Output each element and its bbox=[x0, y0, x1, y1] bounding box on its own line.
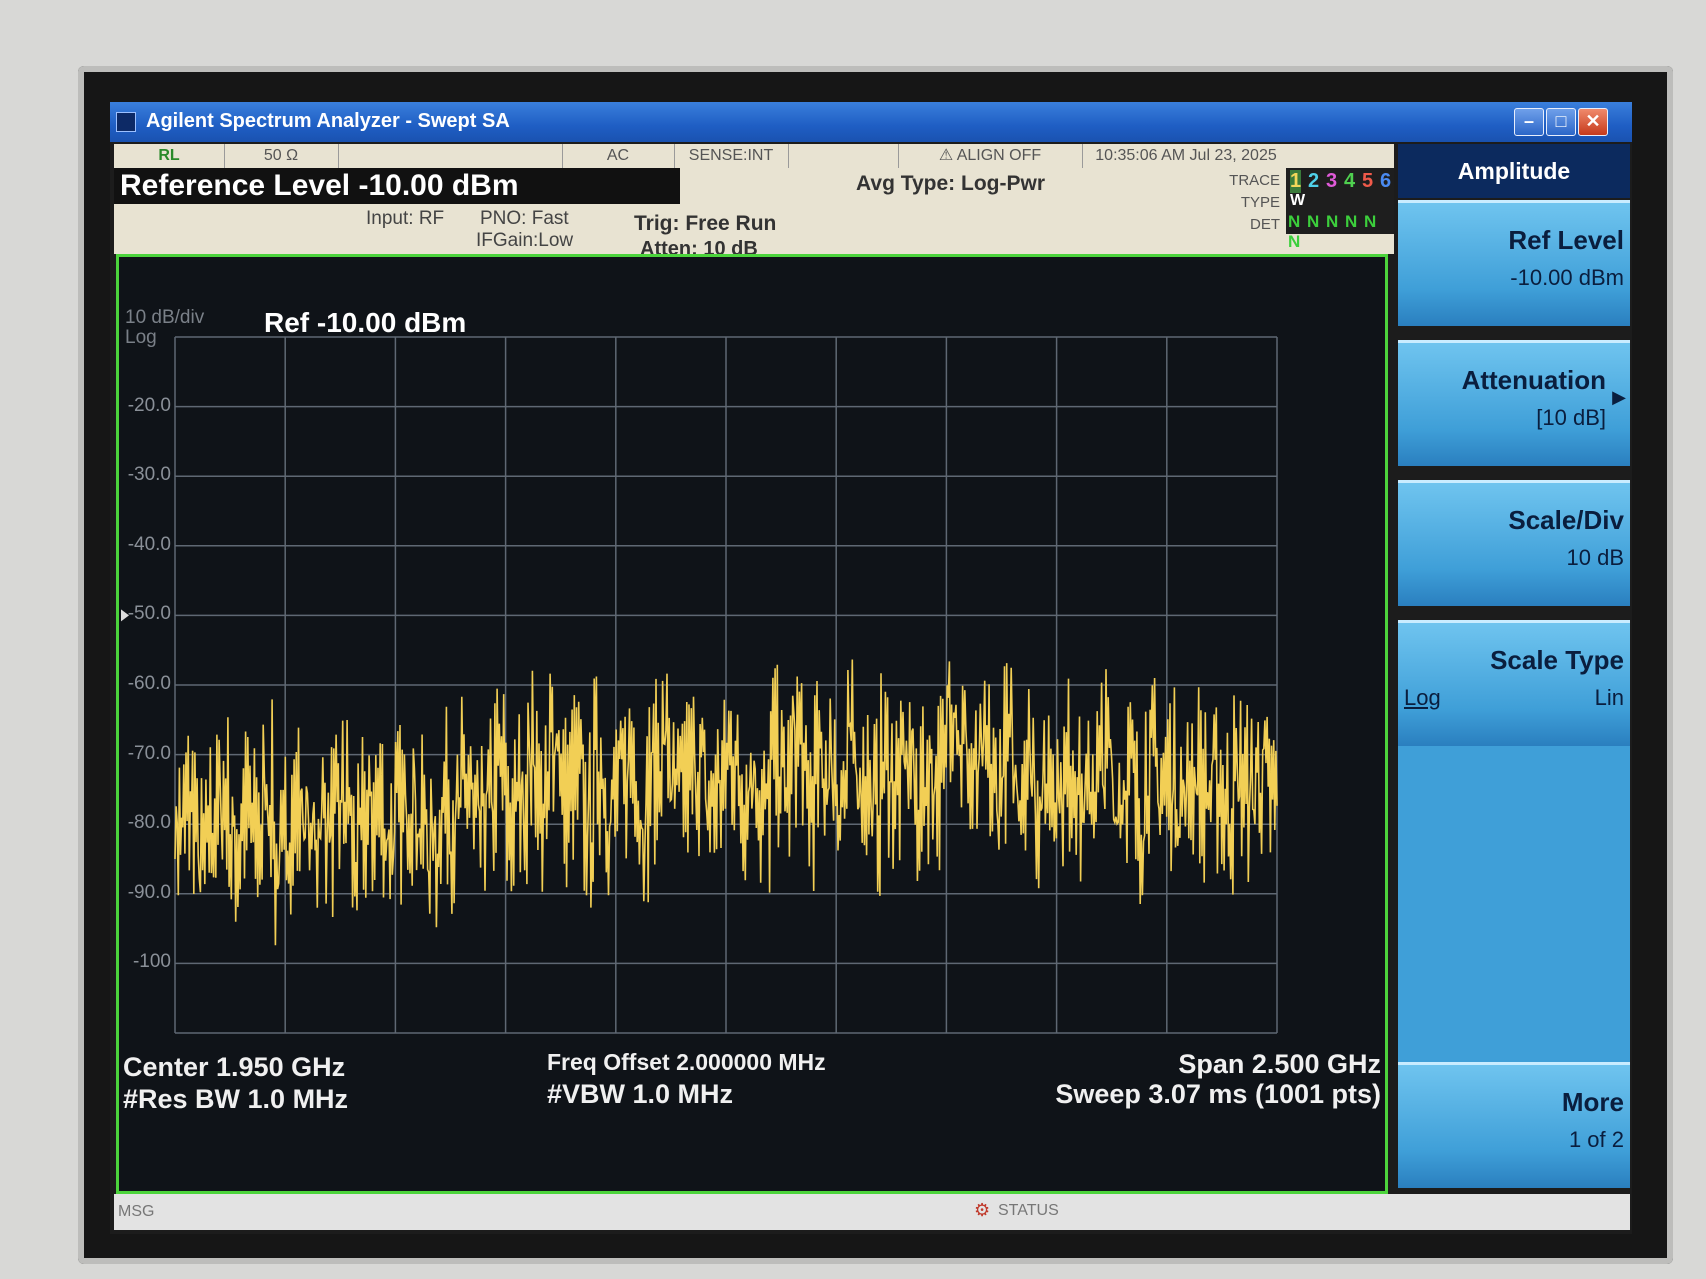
scale-div-label: Scale/Div bbox=[1508, 505, 1624, 535]
attenuation-value: [10 dB] bbox=[1536, 405, 1606, 430]
status-button[interactable]: STATUS bbox=[998, 1202, 1059, 1220]
y-tick-label: -50.0 bbox=[127, 603, 171, 625]
trace-2[interactable]: 2 bbox=[1308, 170, 1319, 193]
frequency-offset: Freq Offset 2.000000 MHz bbox=[547, 1049, 826, 1075]
scale-type-log-option: Log bbox=[1404, 685, 1441, 710]
trace-type: W bbox=[1290, 192, 1306, 209]
sense-status: SENSE:INT bbox=[674, 144, 789, 168]
status-icon: ⚙ bbox=[974, 1200, 991, 1220]
trace-4[interactable]: 4 bbox=[1344, 170, 1355, 193]
status-bar: RL 50 Ω AC SENSE:INT ⚠ ALIGN OFF 10:35:0… bbox=[114, 144, 1394, 168]
coupling-status: AC bbox=[562, 144, 675, 168]
trace-3[interactable]: 3 bbox=[1326, 170, 1337, 193]
ifgain-setting: IFGain:Low bbox=[476, 230, 574, 251]
type-label: TYPE bbox=[1240, 194, 1280, 211]
trace-6[interactable]: 6 bbox=[1380, 170, 1391, 193]
scale-type-softkey[interactable]: Scale Type Log Lin bbox=[1398, 620, 1630, 746]
maximize-button[interactable]: □ bbox=[1546, 108, 1576, 136]
trigger-setting: Trig: Free Run bbox=[634, 212, 777, 235]
ref-level-label: Ref Level bbox=[1508, 225, 1624, 255]
more-value: 1 of 2 bbox=[1568, 1127, 1624, 1152]
softkey-blank-area bbox=[1398, 746, 1630, 1062]
status-cell-empty-2 bbox=[788, 144, 899, 168]
sweep-time: Sweep 3.07 ms (1001 pts) bbox=[1055, 1079, 1381, 1109]
scale-type-label: Scale Type bbox=[1490, 645, 1624, 675]
y-tick-label: -70.0 bbox=[127, 742, 171, 764]
ref-level-value: -10.00 dBm bbox=[1510, 265, 1624, 290]
align-status: ⚠ ALIGN OFF bbox=[898, 144, 1083, 168]
pno-setting: PNO: Fast bbox=[480, 208, 569, 229]
video-bandwidth: #VBW 1.0 MHz bbox=[547, 1079, 734, 1109]
y-tick-label: -20.0 bbox=[127, 394, 171, 416]
y-tick-label: -100 bbox=[132, 951, 171, 973]
trace-1[interactable]: 1 bbox=[1290, 170, 1302, 193]
trace-panel: 1 2 3 4 5 6 W N N N N N N bbox=[1286, 168, 1394, 251]
submenu-arrow-icon: ▶ bbox=[1612, 387, 1626, 407]
ref-level-softkey[interactable]: Ref Level -10.00 dBm bbox=[1398, 200, 1630, 326]
frequency-span: Span 2.500 GHz bbox=[1178, 1049, 1381, 1079]
scale-type-lin-option: Lin bbox=[1594, 685, 1624, 710]
softkey-menu-title: Amplitude bbox=[1398, 144, 1630, 198]
softkey-panel: Amplitude Ref Level -10.00 dBm Attenuati… bbox=[1398, 144, 1630, 1192]
impedance-status: 50 Ω bbox=[224, 144, 339, 168]
y-tick-label: -90.0 bbox=[127, 881, 171, 903]
warning-icon: ⚠ bbox=[938, 147, 954, 164]
message-bar: MSG ⚙ STATUS bbox=[114, 1194, 1630, 1230]
logo-badge: RL bbox=[114, 144, 225, 168]
align-status-text: ALIGN OFF bbox=[956, 147, 1042, 164]
trace-label: TRACE bbox=[1229, 172, 1280, 189]
y-tick-label: -30.0 bbox=[127, 464, 171, 486]
scale-div-softkey[interactable]: Scale/Div 10 dB bbox=[1398, 480, 1630, 606]
trace-detectors: N N N N N N bbox=[1288, 212, 1378, 251]
attenuation-softkey[interactable]: Attenuation [10 dB] ▶ bbox=[1398, 340, 1630, 466]
close-button[interactable]: ✕ bbox=[1578, 108, 1608, 136]
det-label: DET bbox=[1250, 216, 1280, 233]
status-cell-empty bbox=[338, 144, 563, 168]
msg-label: MSG bbox=[118, 1203, 155, 1220]
resolution-bandwidth: #Res BW 1.0 MHz bbox=[123, 1084, 349, 1114]
avg-type: Avg Type: Log-Pwr bbox=[856, 172, 1045, 195]
more-softkey[interactable]: More 1 of 2 bbox=[1398, 1062, 1630, 1188]
y-tick-label: -80.0 bbox=[127, 812, 171, 834]
title-bar: Agilent Spectrum Analyzer - Swept SA – □… bbox=[110, 102, 1632, 142]
trace-5[interactable]: 5 bbox=[1362, 170, 1373, 193]
minimize-button[interactable]: – bbox=[1514, 108, 1544, 136]
reference-level-readout: Reference Level -10.00 dBm bbox=[114, 168, 680, 204]
app-icon bbox=[116, 112, 136, 132]
y-tick-label: -60.0 bbox=[127, 673, 171, 694]
window-title: Agilent Spectrum Analyzer - Swept SA bbox=[146, 110, 510, 132]
scale-div-value: 10 dB bbox=[1566, 545, 1625, 570]
attenuation-label: Attenuation bbox=[1461, 365, 1606, 395]
measurement-info: Reference Level -10.00 dBm Input: RF PNO… bbox=[114, 168, 1394, 260]
analyzer-window: Agilent Spectrum Analyzer - Swept SA – □… bbox=[110, 102, 1632, 1234]
more-label: More bbox=[1561, 1087, 1624, 1117]
datetime: 10:35:06 AM Jul 23, 2025 bbox=[1095, 147, 1277, 164]
spectrum-plot[interactable]: 10 dB/div Log Ref -10.00 dBm -20.0 -30.0-… bbox=[116, 254, 1388, 1194]
input-setting: Input: RF bbox=[366, 208, 445, 229]
center-frequency: Center 1.950 GHz bbox=[123, 1052, 346, 1082]
y-tick-label: -40.0 bbox=[127, 533, 171, 555]
